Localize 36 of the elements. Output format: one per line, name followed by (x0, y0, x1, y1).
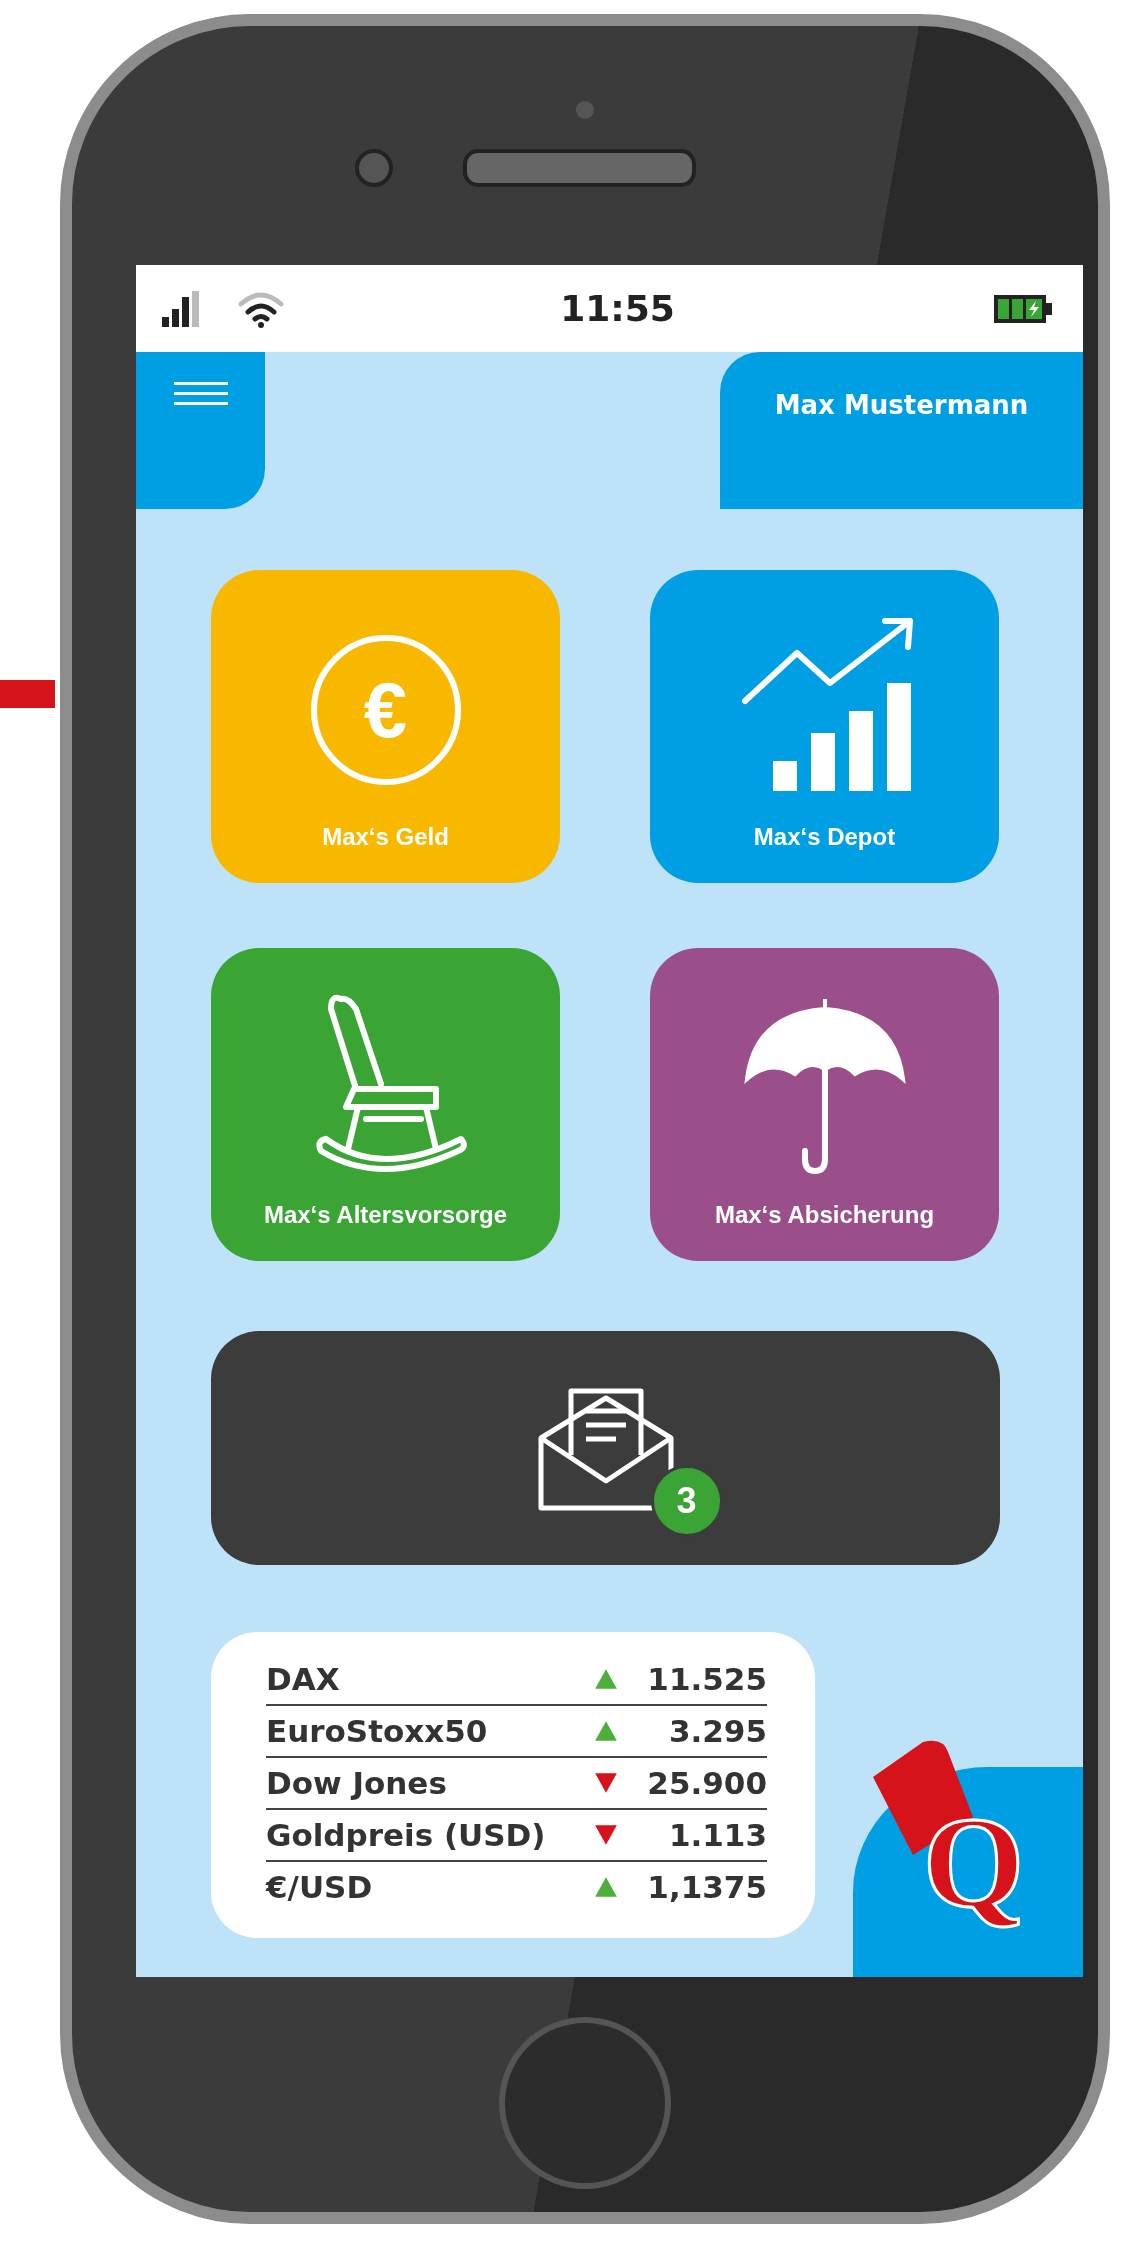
up-triangle-icon (593, 1667, 619, 1691)
index-value: 1.113 (667, 1817, 767, 1853)
up-triangle-icon (593, 1719, 619, 1743)
sensor-dot (576, 101, 594, 119)
status-time: 11:55 (560, 288, 675, 329)
category-tile[interactable]: Max‘s Depot (650, 570, 999, 883)
tile-label: Max‘s Altersvorsorge (263, 1201, 508, 1229)
down-triangle-icon (593, 1771, 619, 1795)
messages-tile[interactable]: 3 (211, 1331, 1000, 1565)
index-value: 25.900 (646, 1765, 767, 1801)
message-count-badge: 3 (650, 1465, 723, 1537)
up-triangle-icon (593, 1875, 619, 1899)
logo-letter: Q (923, 1797, 1025, 1927)
category-tile[interactable]: Max‘s Absicherung (650, 948, 999, 1261)
index-name: EuroStoxx50 (266, 1713, 489, 1749)
menu-icon (173, 382, 228, 406)
index-value: 3.295 (667, 1713, 767, 1749)
camera-icon (354, 149, 393, 187)
index-value: 11.525 (646, 1661, 767, 1697)
signal-icon (162, 290, 202, 327)
user-name-button[interactable]: Max Mustermann (720, 352, 1083, 509)
index-name: Goldpreis (USD) (266, 1817, 547, 1853)
menu-button[interactable] (136, 352, 265, 509)
marker-bar (0, 680, 55, 708)
battery-charging-icon (993, 293, 1053, 324)
index-name: DAX (266, 1661, 341, 1697)
index-name: Dow Jones (266, 1765, 448, 1801)
tile-label: Max‘s Geld (322, 823, 449, 851)
category-tile[interactable]: € Max‘s Geld (211, 570, 560, 883)
category-tile[interactable]: Max‘s Altersvorsorge (211, 948, 560, 1261)
down-triangle-icon (593, 1823, 619, 1847)
index-value: 1,1375 (646, 1869, 767, 1905)
tile-label: Max‘s Depot (753, 823, 896, 851)
euro-circle-icon: € (310, 635, 461, 785)
tile-label: Max‘s Absicherung (714, 1201, 935, 1229)
index-name: €/USD (266, 1869, 374, 1905)
